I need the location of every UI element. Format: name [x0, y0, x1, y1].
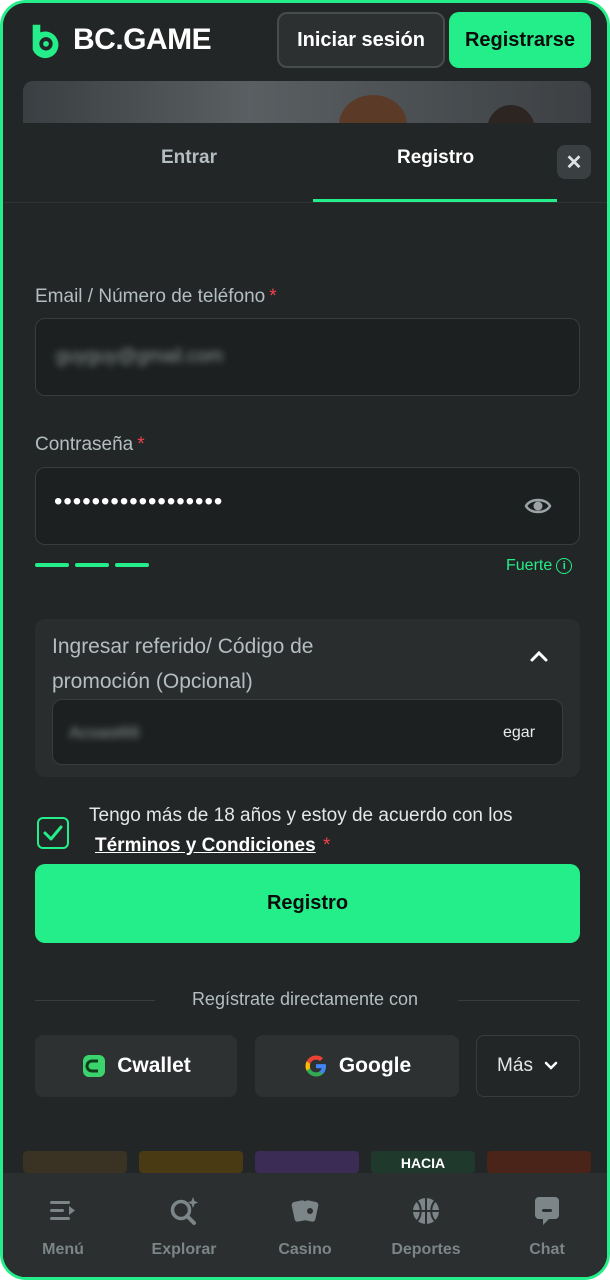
promo-code-input[interactable]: Acoast66 egar — [52, 699, 563, 765]
active-tab-indicator — [313, 199, 557, 202]
search-sparkle-icon — [170, 1197, 198, 1225]
password-label-text: Contraseña — [35, 434, 134, 455]
required-mark: * — [323, 835, 331, 856]
register-modal: Entrar Registro ✕ Email / Número de telé… — [3, 123, 607, 1277]
strength-segment — [115, 563, 149, 567]
email-value: guyguy@gmail.com — [56, 346, 224, 367]
nav-label: Explorar — [151, 1241, 217, 1258]
email-label-text: Email / Número de teléfono — [35, 286, 266, 307]
bc-logo-icon — [32, 24, 59, 59]
eye-icon[interactable] — [524, 494, 552, 518]
promo-title[interactable]: Ingresar referido/ Código de promoción (… — [52, 629, 392, 699]
check-icon — [43, 825, 63, 841]
tab-entrar[interactable]: Entrar — [161, 147, 217, 169]
auth-tabs: Entrar Registro ✕ — [3, 123, 607, 203]
close-icon: ✕ — [565, 151, 583, 174]
cwallet-icon — [83, 1055, 106, 1077]
email-field[interactable]: guyguy@gmail.com — [35, 318, 580, 396]
promo-code-section: Ingresar referido/ Código de promoción (… — [35, 619, 580, 777]
nav-label: Menú — [42, 1241, 84, 1258]
promo-code-value: Acoast66 — [69, 723, 140, 742]
logo-text: BC.GAME — [73, 23, 212, 56]
required-mark: * — [269, 286, 277, 307]
basketball-icon — [413, 1198, 439, 1224]
nav-item-casino[interactable]: Casino — [245, 1173, 365, 1277]
terms-text: Tengo más de 18 años y estoy de acuerdo … — [89, 805, 513, 826]
close-button[interactable]: ✕ — [557, 145, 591, 179]
top-header: BC.GAME Iniciar sesión Registrarse — [3, 3, 607, 83]
paste-button[interactable]: egar — [503, 724, 535, 742]
nav-item-sports[interactable]: Deportes — [366, 1173, 486, 1277]
strength-segment — [35, 563, 69, 567]
game-card-peek[interactable] — [255, 1151, 359, 1173]
menu-icon — [50, 1201, 75, 1220]
google-button[interactable]: Google — [255, 1035, 459, 1097]
nav-label: Casino — [278, 1241, 332, 1258]
chevron-up-icon[interactable] — [529, 649, 549, 663]
app-frame: BC.GAME Iniciar sesión Registrarse Entra… — [0, 0, 610, 1280]
info-icon[interactable]: i — [556, 558, 573, 574]
cwallet-label: Cwallet — [117, 1054, 191, 1077]
game-card-peek[interactable] — [23, 1151, 127, 1173]
strength-segment — [75, 563, 109, 567]
nav-item-menu[interactable]: Menú — [3, 1173, 123, 1277]
game-card-peek[interactable]: HACIA — [371, 1151, 475, 1173]
google-icon — [305, 1055, 326, 1077]
game-card-text: HACIA — [400, 1155, 446, 1171]
tab-registro[interactable]: Registro — [397, 147, 474, 169]
nav-label: Chat — [529, 1241, 565, 1258]
strength-indicator: Fuerte i — [506, 557, 573, 575]
google-label: Google — [338, 1054, 412, 1077]
cards-icon — [291, 1200, 319, 1222]
nav-item-chat[interactable]: Chat — [487, 1173, 607, 1277]
password-label: Contraseña * — [35, 434, 145, 456]
logo[interactable]: BC.GAME — [27, 21, 212, 59]
bottom-nav: Menú Explorar Casino Deportes Chat — [3, 1173, 607, 1277]
chevron-down-icon — [544, 1061, 558, 1070]
game-card-peek[interactable] — [139, 1151, 243, 1173]
password-value: •••••••••••••••••• — [54, 488, 224, 515]
game-card-peek[interactable] — [487, 1151, 591, 1173]
nav-item-explore[interactable]: Explorar — [124, 1173, 244, 1277]
submit-register-button[interactable]: Registro — [35, 864, 580, 943]
required-mark: * — [137, 434, 145, 455]
more-label: Más — [497, 1055, 533, 1076]
more-social-button[interactable]: Más — [476, 1035, 580, 1097]
chat-icon — [535, 1197, 559, 1225]
social-divider-text: Regístrate directamente con — [191, 989, 419, 1009]
login-button[interactable]: Iniciar sesión — [277, 12, 445, 68]
terms-checkbox[interactable] — [37, 817, 69, 849]
cwallet-button[interactable]: Cwallet — [35, 1035, 237, 1097]
nav-label: Deportes — [391, 1241, 461, 1258]
email-label: Email / Número de teléfono * — [35, 286, 277, 308]
strength-label: Fuerte — [506, 557, 553, 574]
terms-link[interactable]: Términos y Condiciones — [95, 835, 316, 857]
password-field[interactable]: •••••••••••••••••• — [35, 467, 580, 545]
register-button[interactable]: Registrarse — [449, 12, 591, 68]
